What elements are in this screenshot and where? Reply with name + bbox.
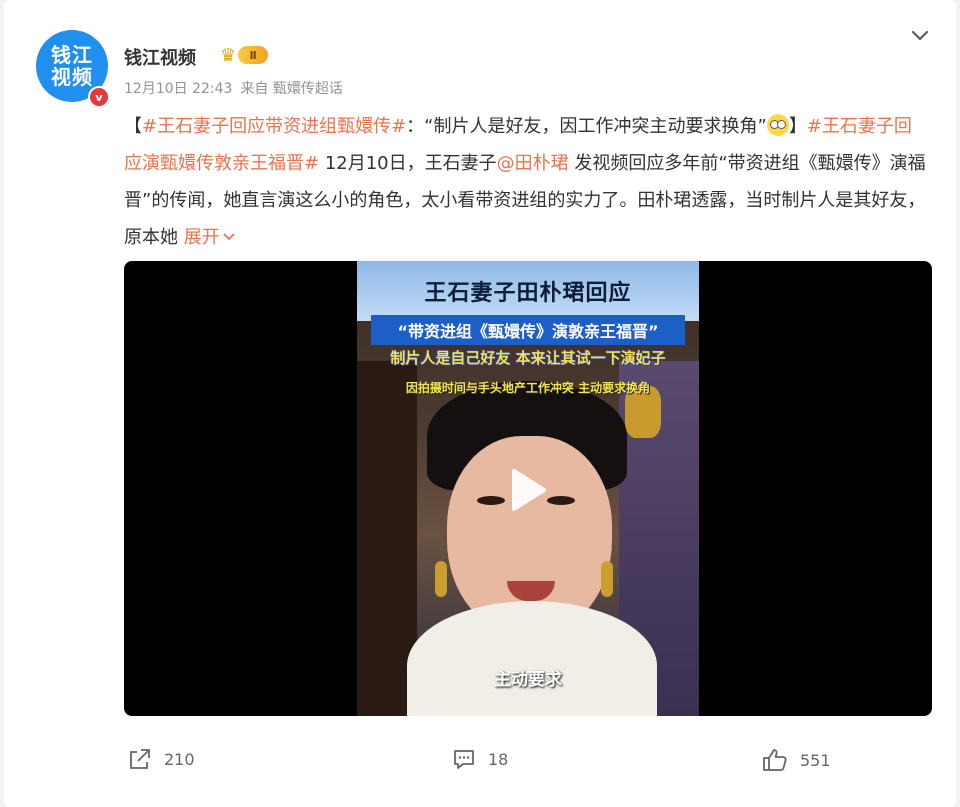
crown-icon: ♛ — [220, 44, 237, 66]
earring — [601, 561, 613, 597]
verified-icon: v — [88, 86, 110, 108]
post-body: 【#王石妻子回应带资进组甄嬛传#：“制片人是好友，因工作冲突主动要求换角” 】#王… — [124, 108, 928, 256]
share-button[interactable]: 210 — [128, 748, 195, 770]
avatar-text: 钱江视频 — [51, 43, 93, 89]
post-quote: ：“制片人是好友，因工作冲突主动要求换角” — [406, 116, 767, 137]
post-meta: 12月10日 22:43 来自 甄嬛传超话 — [124, 78, 343, 98]
weibo-post-card: 钱江视频 v 钱江视频 ♛ Ⅱ 12月10日 22:43 来自 甄嬛传超话 【#… — [4, 0, 956, 807]
vip-badge[interactable]: ♛ Ⅱ — [220, 44, 278, 66]
bracket-close: 】 — [788, 116, 807, 137]
video-subtitle: 主动要求 — [494, 670, 562, 690]
comment-icon — [454, 750, 474, 769]
video-player[interactable]: 王石妻子田朴珺回应 “带资进组《甄嬛传》演敦亲王福晋” 制片人是自己好友 本来让… — [124, 261, 932, 716]
post-time[interactable]: 12月10日 22:43 — [124, 78, 232, 98]
earring — [435, 561, 447, 597]
comment-count: 18 — [488, 749, 509, 769]
bracket-open: 【 — [124, 116, 142, 137]
chevron-down-icon[interactable] — [910, 26, 930, 46]
like-count: 551 — [800, 750, 831, 770]
hashtag-link[interactable]: #王石妻子回应带资进组甄嬛传# — [142, 116, 406, 137]
vip-level: Ⅱ — [238, 46, 269, 64]
share-icon — [130, 749, 150, 769]
video-banner: “带资进组《甄嬛传》演敦亲王福晋” — [371, 315, 685, 345]
mention-link[interactable]: @田朴珺 — [497, 153, 569, 174]
username[interactable]: 钱江视频 — [124, 44, 196, 70]
thumbs-up-icon — [763, 749, 787, 771]
video-caption: 因拍摄时间与手头地产工作冲突 主动要求换角 — [405, 381, 651, 395]
post-text: 12月10日，王石妻子 — [319, 153, 497, 174]
video-caption: 制片人是自己好友 本来让其试一下演妃子 — [390, 349, 666, 367]
video-title-band: 王石妻子田朴珺回应 — [357, 261, 699, 321]
expand-label: 展开 — [183, 227, 220, 248]
post-source[interactable]: 来自 甄嬛传超话 — [240, 78, 342, 98]
like-button[interactable]: 551 — [762, 748, 831, 772]
expand-link[interactable]: 展开 — [184, 227, 236, 248]
emoji-icon — [766, 114, 789, 136]
share-count: 210 — [164, 749, 195, 769]
play-icon[interactable] — [494, 459, 556, 521]
video-title: 王石妻子田朴珺回应 — [424, 281, 632, 306]
chevron-down-icon — [223, 233, 235, 241]
comment-button[interactable]: 18 — [452, 748, 508, 770]
action-bar: 210 18 551 — [4, 740, 956, 780]
